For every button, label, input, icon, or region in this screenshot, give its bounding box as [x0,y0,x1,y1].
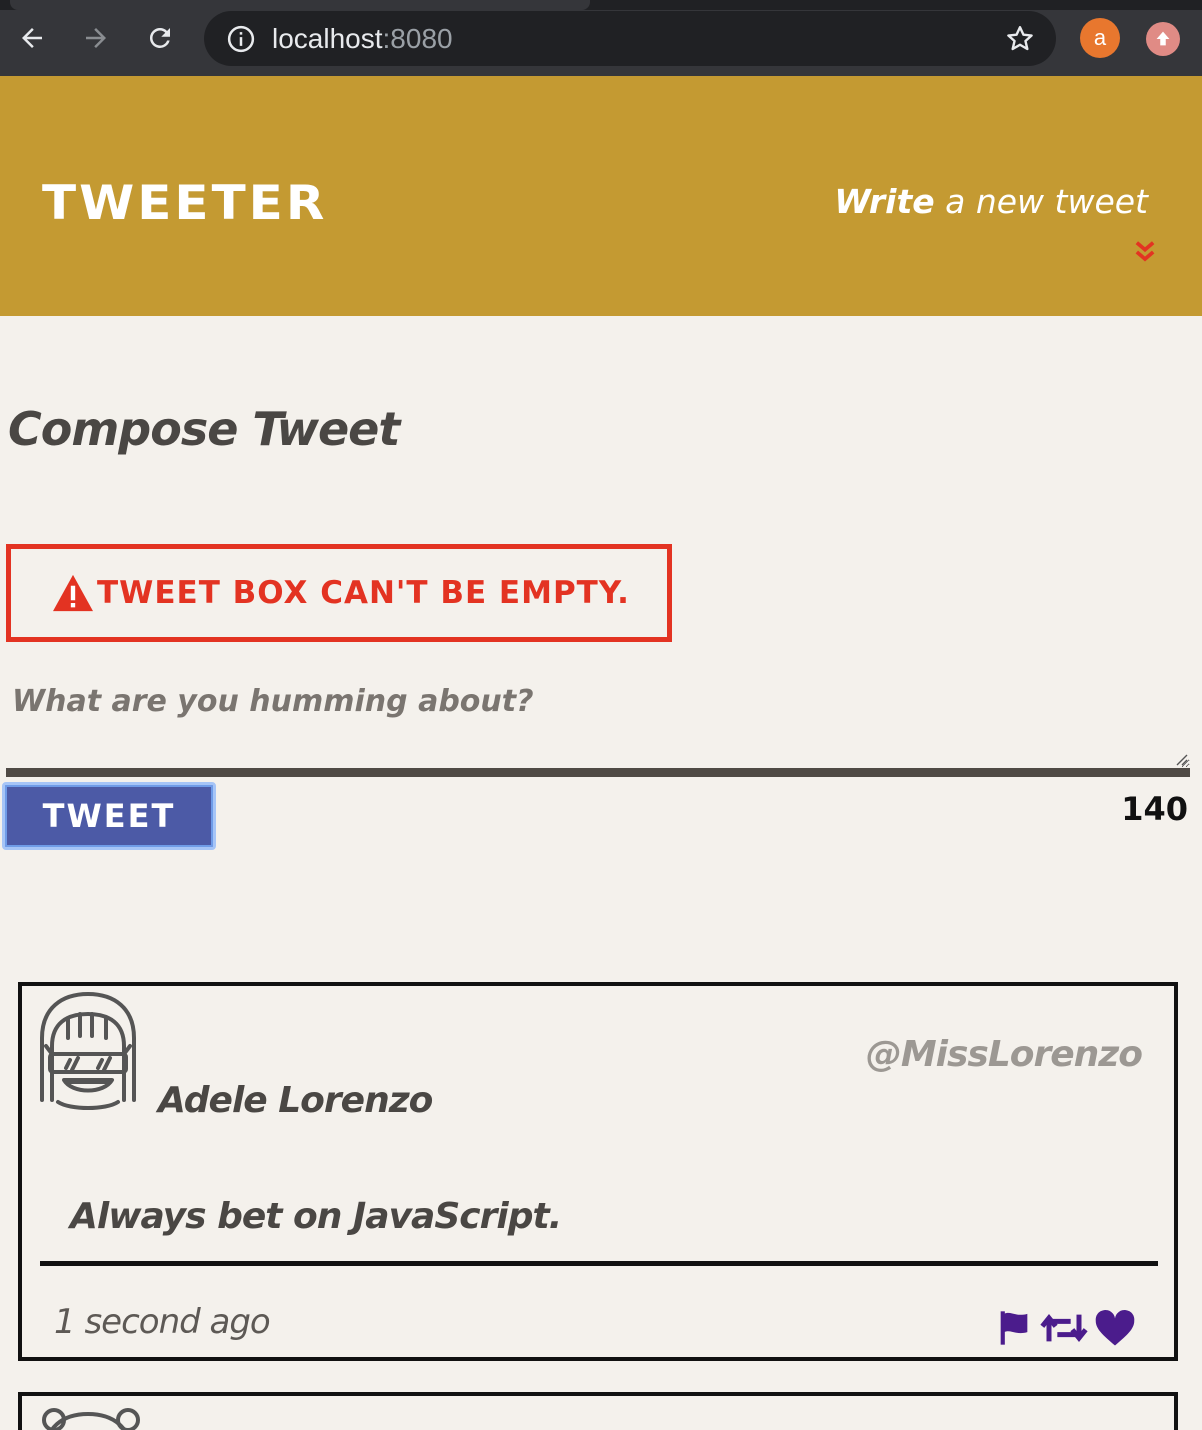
brand-logo: TWEETER [42,175,328,231]
back-button[interactable] [12,18,52,58]
tweet-card: Adele Lorenzo @MissLorenzo Always bet on… [18,982,1178,1361]
user-avatar-icon [42,1408,140,1430]
char-counter: 140 [1121,790,1188,828]
tweet-textarea[interactable] [6,672,1190,768]
star-icon[interactable] [1004,23,1036,55]
tweet-timestamp: 1 second ago [54,1302,271,1342]
address-bar[interactable]: localhost:8080 [204,11,1056,66]
user-avatar-icon [40,992,136,1110]
textarea-underline [6,768,1190,777]
retweet-icon[interactable] [1040,1308,1088,1348]
arrow-left-icon [22,28,42,48]
profile-avatar[interactable]: a [1080,18,1120,58]
write-bold-label: Write [834,182,935,221]
double-chevron-down-icon[interactable] [1131,238,1159,266]
active-tab[interactable] [10,0,590,10]
resize-handle-icon[interactable] [1172,750,1188,766]
reload-icon [149,27,170,48]
url-port: :8080 [382,23,453,54]
tweet-author-handle: @MissLorenzo [865,1034,1143,1075]
reload-button[interactable] [140,18,180,58]
tweet-divider [40,1261,1158,1266]
tweet-author-name: Adele Lorenzo [158,1080,433,1121]
tweet-submit-button[interactable]: TWEET [2,782,216,850]
url-text: localhost:8080 [272,21,453,57]
tweet-card [18,1392,1178,1430]
extension-button[interactable] [1146,22,1180,56]
info-icon[interactable] [226,24,256,54]
error-message-text: TWEET BOX CAN'T BE EMPTY. [97,575,630,611]
write-rest-label: a new tweet [934,182,1148,221]
error-message-box: TWEET BOX CAN'T BE EMPTY. [6,544,672,642]
url-host: localhost [272,23,383,54]
tweet-content: Always bet on JavaScript. [70,1196,562,1237]
app-header: TWEETER Write a new tweet [0,76,1202,316]
browser-toolbar: localhost:8080 a [0,0,1202,76]
upload-icon [1156,31,1170,46]
compose-title: Compose Tweet [8,402,400,456]
tweet-actions [994,1308,1136,1348]
arrow-right-icon [86,28,106,48]
forward-button[interactable] [76,18,116,58]
write-new-tweet-link[interactable]: Write a new tweet [834,182,1148,221]
warning-icon [53,574,93,612]
flag-icon[interactable] [994,1308,1034,1348]
heart-icon[interactable] [1094,1308,1136,1348]
